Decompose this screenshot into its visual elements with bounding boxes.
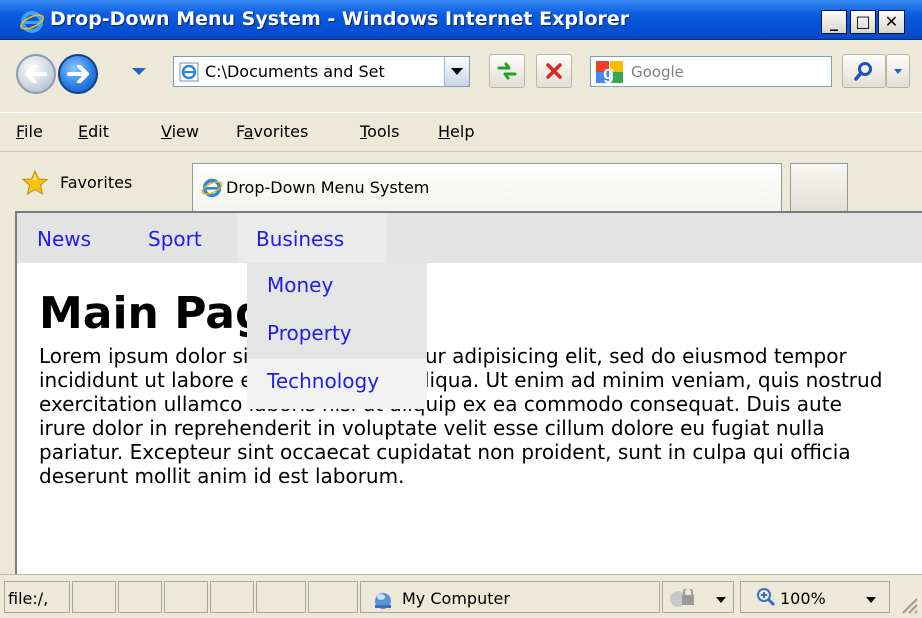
status-cell	[164, 581, 208, 613]
nav-sport-link[interactable]: Sport	[148, 227, 202, 251]
tab-drop-down-menu-system[interactable]: Drop-Down Menu System	[192, 163, 782, 211]
body-paragraph: Lorem ipsum dolor sit amet, consectetur …	[39, 344, 883, 488]
favorites-star-icon[interactable]	[22, 170, 48, 196]
address-text[interactable]: C:\Documents and Set	[205, 62, 423, 81]
navigation-toolbar: C:\Documents and Set g Google	[0, 41, 922, 111]
new-tab-button[interactable]	[790, 163, 848, 211]
zoom-dropdown-icon[interactable]	[866, 597, 876, 603]
menu-view[interactable]: View	[161, 122, 199, 141]
stop-button[interactable]	[536, 54, 572, 88]
search-placeholder[interactable]: Google	[631, 63, 684, 81]
back-button[interactable]	[16, 54, 56, 94]
google-icon: g	[596, 60, 623, 83]
close-button[interactable]: ✕	[878, 10, 905, 34]
dropdown-item-technology[interactable]: Technology	[247, 359, 427, 409]
search-box[interactable]: g Google	[590, 56, 832, 87]
dropdown-item-money[interactable]: Money	[247, 263, 427, 311]
nav-news-link[interactable]: News	[37, 227, 91, 251]
status-cell	[72, 581, 116, 613]
status-bar: file:/, My Computer 100%	[0, 574, 922, 618]
status-cell	[118, 581, 162, 613]
status-cell	[308, 581, 358, 613]
status-url-text: file:/,	[8, 589, 49, 608]
menu-tools[interactable]: Tools	[360, 122, 399, 141]
status-cell	[210, 581, 254, 613]
address-dropdown-button[interactable]	[444, 57, 469, 86]
tab-label: Drop-Down Menu System	[226, 178, 430, 197]
address-bar[interactable]: C:\Documents and Set	[173, 56, 470, 87]
business-dropdown-menu: Money Property Technology	[247, 263, 427, 409]
magnifier-icon	[854, 62, 872, 81]
svg-text:g: g	[603, 63, 614, 83]
ie-tab-icon	[201, 178, 223, 197]
ie-logo-icon	[20, 11, 44, 33]
recent-pages-dropdown[interactable]	[132, 68, 146, 75]
computer-icon	[375, 593, 391, 609]
search-button[interactable]	[842, 54, 886, 88]
dropdown-item-label[interactable]: Technology	[267, 369, 379, 393]
refresh-icon	[497, 62, 517, 80]
dropdown-item-label[interactable]: Money	[267, 273, 333, 297]
zoom-icon[interactable]	[756, 587, 776, 607]
back-arrow-icon	[25, 65, 47, 83]
status-cell	[256, 581, 306, 613]
security-zone-icon[interactable]	[668, 589, 704, 609]
menu-help[interactable]: Help	[438, 122, 474, 141]
menu-bar: File Edit View Favorites Tools Help	[0, 112, 922, 152]
stop-icon	[546, 63, 562, 79]
minimize-button[interactable]: _	[821, 10, 847, 34]
forward-button[interactable]	[58, 54, 98, 94]
nav-business-link[interactable]: Business	[256, 227, 344, 251]
refresh-button[interactable]	[489, 54, 525, 88]
window-title: Drop-Down Menu System - Windows Internet…	[50, 8, 630, 30]
page-icon	[179, 62, 199, 81]
search-options-dropdown[interactable]	[886, 54, 910, 88]
menu-file[interactable]: File	[16, 122, 43, 141]
menu-favorites[interactable]: Favorites	[236, 122, 308, 141]
forward-arrow-icon	[67, 65, 89, 83]
status-zone-text: My Computer	[402, 589, 510, 608]
title-bar: Drop-Down Menu System - Windows Internet…	[0, 0, 922, 40]
page-content: News Sport Business Main Page Lorem ipsu…	[15, 211, 922, 574]
zone-dropdown-icon[interactable]	[716, 597, 726, 603]
resize-grip-icon[interactable]	[898, 594, 918, 614]
dropdown-item-property[interactable]: Property	[247, 311, 427, 359]
menu-edit[interactable]: Edit	[78, 122, 109, 141]
zoom-level-text[interactable]: 100%	[780, 589, 826, 608]
favorites-bar: Favorites Drop-Down Menu System	[0, 153, 922, 211]
my-computer-icon	[372, 15, 394, 37]
favorites-button[interactable]: Favorites	[60, 173, 132, 192]
dropdown-item-label[interactable]: Property	[267, 321, 352, 345]
maximize-button[interactable]: □	[850, 10, 876, 34]
